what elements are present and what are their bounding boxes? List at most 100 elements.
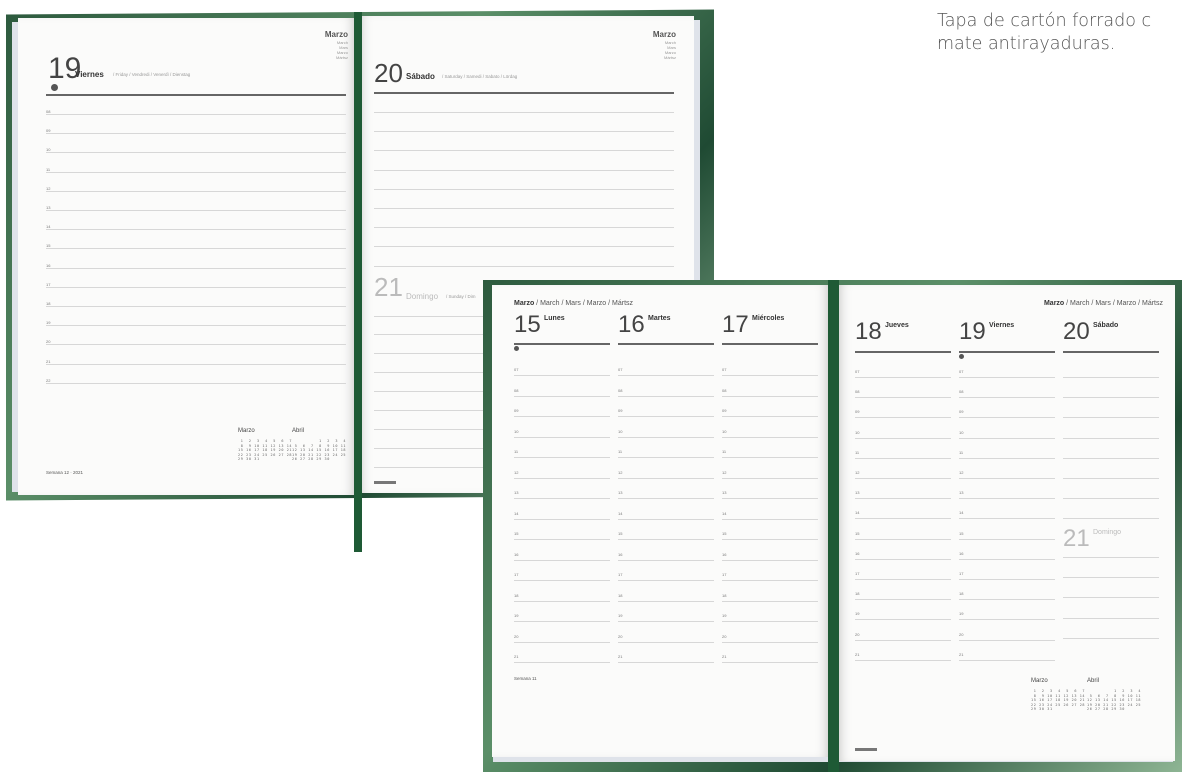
hour-line	[1063, 457, 1159, 459]
hour-line	[514, 621, 610, 622]
hour-label: 19	[959, 611, 964, 617]
writing-line	[1063, 577, 1159, 579]
hour-label: 14	[618, 510, 623, 516]
hour-label: 19	[618, 613, 623, 618]
hour-line	[514, 416, 610, 417]
hour-label: 08	[514, 387, 519, 393]
sunday-number: 21	[374, 272, 403, 302]
hour-label: 08	[959, 389, 964, 395]
hour-label: 16	[618, 551, 623, 557]
day-header-rule	[514, 343, 610, 345]
hour-label: 12	[959, 470, 964, 475]
hour-line	[514, 395, 610, 397]
hour-line	[46, 190, 346, 192]
hour-label: 19	[855, 611, 860, 617]
writing-line	[374, 227, 674, 229]
hour-line	[722, 539, 818, 540]
page-footer: Semana 11	[514, 676, 537, 681]
brand-tag	[374, 481, 396, 484]
writing-line	[374, 265, 674, 267]
writing-line	[1063, 597, 1159, 599]
hour-line	[722, 498, 818, 499]
hour-line	[1063, 518, 1159, 520]
hour-label: 12	[514, 469, 519, 475]
hour-label: 10	[855, 429, 860, 435]
hour-label: 09	[514, 408, 519, 413]
hour-label: 13	[722, 490, 727, 495]
month-translations: March Mars Marzo Mártsz	[664, 40, 676, 60]
hour-line	[959, 377, 1055, 378]
hour-label: 17	[959, 571, 964, 576]
day-number: 20	[1063, 318, 1090, 345]
hour-line	[46, 267, 346, 269]
hour-line	[959, 478, 1055, 479]
hour-line	[618, 641, 714, 643]
hour-line	[46, 382, 346, 384]
hour-line	[618, 436, 714, 438]
moon-phase-icon	[959, 354, 964, 359]
hour-line	[722, 436, 818, 438]
mini-calendar-grid: 1 2 3 4 5 6 7 8 9 10 11 12 13 14 15 16 1…	[1087, 689, 1142, 711]
hour-line	[722, 662, 818, 663]
writing-line	[374, 188, 674, 190]
hour-line	[959, 417, 1055, 419]
hour-label: 16	[514, 551, 519, 557]
hour-label: 11	[514, 449, 519, 454]
hour-line	[514, 662, 610, 663]
hour-line	[722, 457, 818, 458]
mini-calendar-title: Marzo	[238, 428, 255, 434]
hour-line	[514, 580, 610, 581]
hour-line	[46, 306, 346, 307]
week-header-month: Marzo	[1043, 300, 1065, 307]
hour-line	[618, 375, 714, 376]
hour-line	[46, 248, 346, 250]
diary-left-page: 19 Viernes / Friday / Vendredi / Venerdì /…	[18, 18, 354, 495]
hour-line	[514, 375, 610, 376]
hour-line	[618, 518, 714, 520]
hour-line	[959, 397, 1055, 399]
hour-label: 15	[722, 531, 727, 536]
hour-label: 07	[618, 367, 623, 372]
hour-label: 15	[618, 531, 623, 536]
hour-line	[959, 457, 1055, 459]
hour-label: 13	[855, 490, 860, 496]
bookmark-ribbon	[828, 280, 839, 772]
hour-line	[514, 559, 610, 561]
day-number: 19	[959, 318, 986, 345]
hour-line	[722, 416, 818, 417]
hour-label: 17	[722, 572, 727, 577]
hour-line	[722, 621, 818, 622]
writing-line	[374, 246, 674, 248]
writing-line	[374, 150, 674, 152]
hour-line	[855, 558, 951, 560]
page-footer: Semana 12 · 2021	[46, 470, 84, 475]
hour-label: 07	[722, 367, 727, 372]
hour-line	[514, 539, 610, 540]
hour-line	[46, 344, 346, 346]
writing-line	[1063, 637, 1159, 639]
hour-label: 21	[618, 654, 623, 659]
mini-calendar-title: Abril	[292, 428, 305, 434]
hour-line	[722, 641, 818, 643]
hour-line	[618, 457, 714, 458]
day-name: Lunes	[544, 315, 565, 322]
hour-label: 11	[855, 449, 860, 455]
hour-label: 08	[722, 387, 727, 393]
hour-label: 10	[722, 428, 727, 434]
hour-line	[855, 518, 951, 520]
hour-line	[722, 375, 818, 376]
hour-label: 14	[855, 510, 860, 516]
hour-line	[514, 457, 610, 458]
hour-label: 18	[618, 592, 623, 598]
hour-label: 16	[959, 550, 964, 556]
mini-calendar-title: Abril	[1087, 678, 1100, 684]
caption-line-2: mate antirayaduras.	[937, 34, 1116, 54]
hour-label: 14	[959, 510, 964, 516]
hour-label: 21	[722, 654, 727, 659]
day-name: Viernes	[75, 70, 104, 79]
hour-line	[959, 518, 1055, 520]
hour-line	[855, 478, 951, 479]
hour-label: 18	[514, 592, 519, 598]
week-header-translations: / March / Mars / Marzo / Mártsz	[1064, 300, 1163, 307]
hour-line	[514, 641, 610, 643]
